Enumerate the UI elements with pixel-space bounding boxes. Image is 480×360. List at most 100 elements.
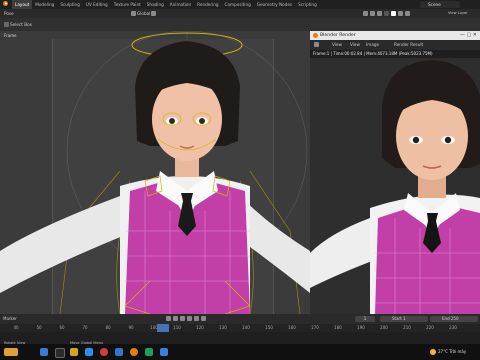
blender-icon xyxy=(313,33,318,38)
store-icon[interactable] xyxy=(115,348,123,356)
3d-viewport[interactable]: Frame xyxy=(0,31,310,314)
timeline-marker-menu[interactable]: Marker xyxy=(3,314,17,324)
character-pose-view xyxy=(0,31,310,314)
status-bar: Rotate View Move Global Menu 27°C Trời m… xyxy=(0,341,480,360)
status-middle-text: Move Global Menu xyxy=(70,341,104,345)
ruler-tick-label: 160 xyxy=(288,325,296,330)
ruler-tick-label: 130 xyxy=(219,325,227,330)
start-label: Start xyxy=(392,316,402,321)
ruler-tick-label: 50 xyxy=(36,325,42,330)
solid-shading-icon[interactable] xyxy=(391,11,396,16)
current-frame-field[interactable]: 1 xyxy=(355,316,375,322)
editor-header: Pose Global View Layer xyxy=(0,9,480,18)
select-tool-icon[interactable] xyxy=(4,22,9,27)
tab-modeling[interactable]: Modeling xyxy=(32,0,57,9)
render-result-image xyxy=(310,58,480,314)
search-icon[interactable] xyxy=(40,348,48,356)
ruler-tick-label: 230 xyxy=(449,325,457,330)
tab-texture-paint[interactable]: Texture Paint xyxy=(111,0,144,9)
gizmo-icon[interactable] xyxy=(370,11,375,16)
render-window-titlebar[interactable]: Blender Render — ▢ ✕ xyxy=(310,31,480,40)
ruler-tick-label: 40 xyxy=(13,325,19,330)
end-value: 250 xyxy=(450,316,459,321)
workspace-tab-bar: Layout Modeling Sculpting UV Editing Tex… xyxy=(0,0,480,9)
ruler-tick-label: 150 xyxy=(265,325,273,330)
timeline-header: Marker 1 Start 1 End 250 xyxy=(0,314,480,324)
xray-icon[interactable] xyxy=(384,11,389,16)
menu-view-2[interactable]: View xyxy=(350,40,360,50)
scene-label: Scene xyxy=(428,2,441,7)
end-frame-field[interactable]: End 250 xyxy=(430,316,478,322)
ruler-tick-label: 210 xyxy=(403,325,411,330)
pivot-icon[interactable] xyxy=(131,11,136,16)
chrome-icon[interactable] xyxy=(100,348,108,356)
play-icon[interactable] xyxy=(187,316,192,321)
render-menu-bar: View View Image Render Result xyxy=(310,40,480,50)
tab-shading[interactable]: Shading xyxy=(144,0,167,9)
tab-sculpting[interactable]: Sculpting xyxy=(57,0,83,9)
ruler-tick-label: 70 xyxy=(82,325,88,330)
start-thumbnail-icon[interactable] xyxy=(4,348,18,356)
tool-header: Select Box xyxy=(0,18,480,31)
edge-browser-icon[interactable] xyxy=(85,348,93,356)
tab-geometry-nodes[interactable]: Geometry Nodes xyxy=(254,0,295,9)
photos-icon[interactable] xyxy=(160,348,168,356)
tab-animation[interactable]: Animation xyxy=(167,0,194,9)
render-slot-dropdown[interactable]: Render Result xyxy=(394,40,423,50)
orientation-dropdown[interactable]: Global xyxy=(137,11,150,16)
jump-end-icon[interactable] xyxy=(201,316,206,321)
visibility-icon[interactable] xyxy=(363,11,368,16)
tab-layout[interactable]: Layout xyxy=(12,0,33,9)
ruler-tick-label: 180 xyxy=(334,325,342,330)
ruler-tick-label: 200 xyxy=(380,325,388,330)
render-window-title: Blender Render xyxy=(320,33,356,38)
end-label: End xyxy=(442,316,450,321)
blender-logo-icon[interactable] xyxy=(0,0,12,9)
scene-selector[interactable]: Scene xyxy=(420,1,460,8)
status-left-text: Rotate View xyxy=(4,341,26,345)
rendered-shading-icon[interactable] xyxy=(405,11,410,16)
ruler-tick-label: 80 xyxy=(105,325,111,330)
weather-icon xyxy=(430,349,436,355)
ruler-tick-label: 140 xyxy=(242,325,250,330)
blender-taskbar-icon[interactable] xyxy=(130,348,138,356)
material-shading-icon[interactable] xyxy=(398,11,403,16)
view-layer-label: View Layer xyxy=(448,11,468,15)
rendered-character xyxy=(310,58,480,314)
jump-start-icon[interactable] xyxy=(166,316,171,321)
render-window[interactable]: Blender Render — ▢ ✕ View View Image Ren… xyxy=(310,31,480,314)
playback-controls xyxy=(165,316,207,321)
tab-rendering[interactable]: Rendering xyxy=(194,0,221,9)
tab-uv-editing[interactable]: UV Editing xyxy=(83,0,111,9)
prev-keyframe-icon[interactable] xyxy=(173,316,178,321)
viewport-shading-controls xyxy=(362,11,442,16)
start-value: 1 xyxy=(403,316,406,321)
snap-icon[interactable] xyxy=(151,11,157,16)
task-view-icon[interactable] xyxy=(55,348,65,358)
window-controls-icon[interactable]: — ▢ ✕ xyxy=(460,31,477,40)
ruler-tick-label: 120 xyxy=(196,325,204,330)
start-frame-field[interactable]: Start 1 xyxy=(380,316,428,322)
ruler-tick-label: 90 xyxy=(128,325,134,330)
editor-type-icon[interactable] xyxy=(314,42,319,47)
ruler-tick-label: 60 xyxy=(59,325,65,330)
app-icon[interactable] xyxy=(145,348,153,356)
ruler-tick-label: 220 xyxy=(426,325,434,330)
playhead[interactable] xyxy=(157,324,169,332)
transform-tools: Global xyxy=(130,11,170,16)
tab-scripting[interactable]: Scripting xyxy=(295,0,320,9)
overlay-icon[interactable] xyxy=(377,11,382,16)
tab-compositing[interactable]: Compositing xyxy=(222,0,254,9)
ruler-tick-label: 170 xyxy=(311,325,319,330)
menu-view[interactable]: View xyxy=(332,40,342,50)
play-reverse-icon[interactable] xyxy=(180,316,185,321)
ruler-tick-label: 110 xyxy=(173,325,181,330)
select-box-tool[interactable]: Select Box xyxy=(10,20,32,29)
mode-selector[interactable]: Pose xyxy=(4,9,14,18)
weather-text[interactable]: 27°C Trời mây xyxy=(438,348,466,356)
ruler-tick-label: 190 xyxy=(357,325,365,330)
menu-image[interactable]: Image xyxy=(366,40,379,50)
file-explorer-icon[interactable] xyxy=(70,348,78,356)
next-keyframe-icon[interactable] xyxy=(194,316,199,321)
timeline-ruler[interactable]: 40 50 60 70 80 90 100 110 120 130 140 150 160 170 180 1… xyxy=(0,324,480,332)
